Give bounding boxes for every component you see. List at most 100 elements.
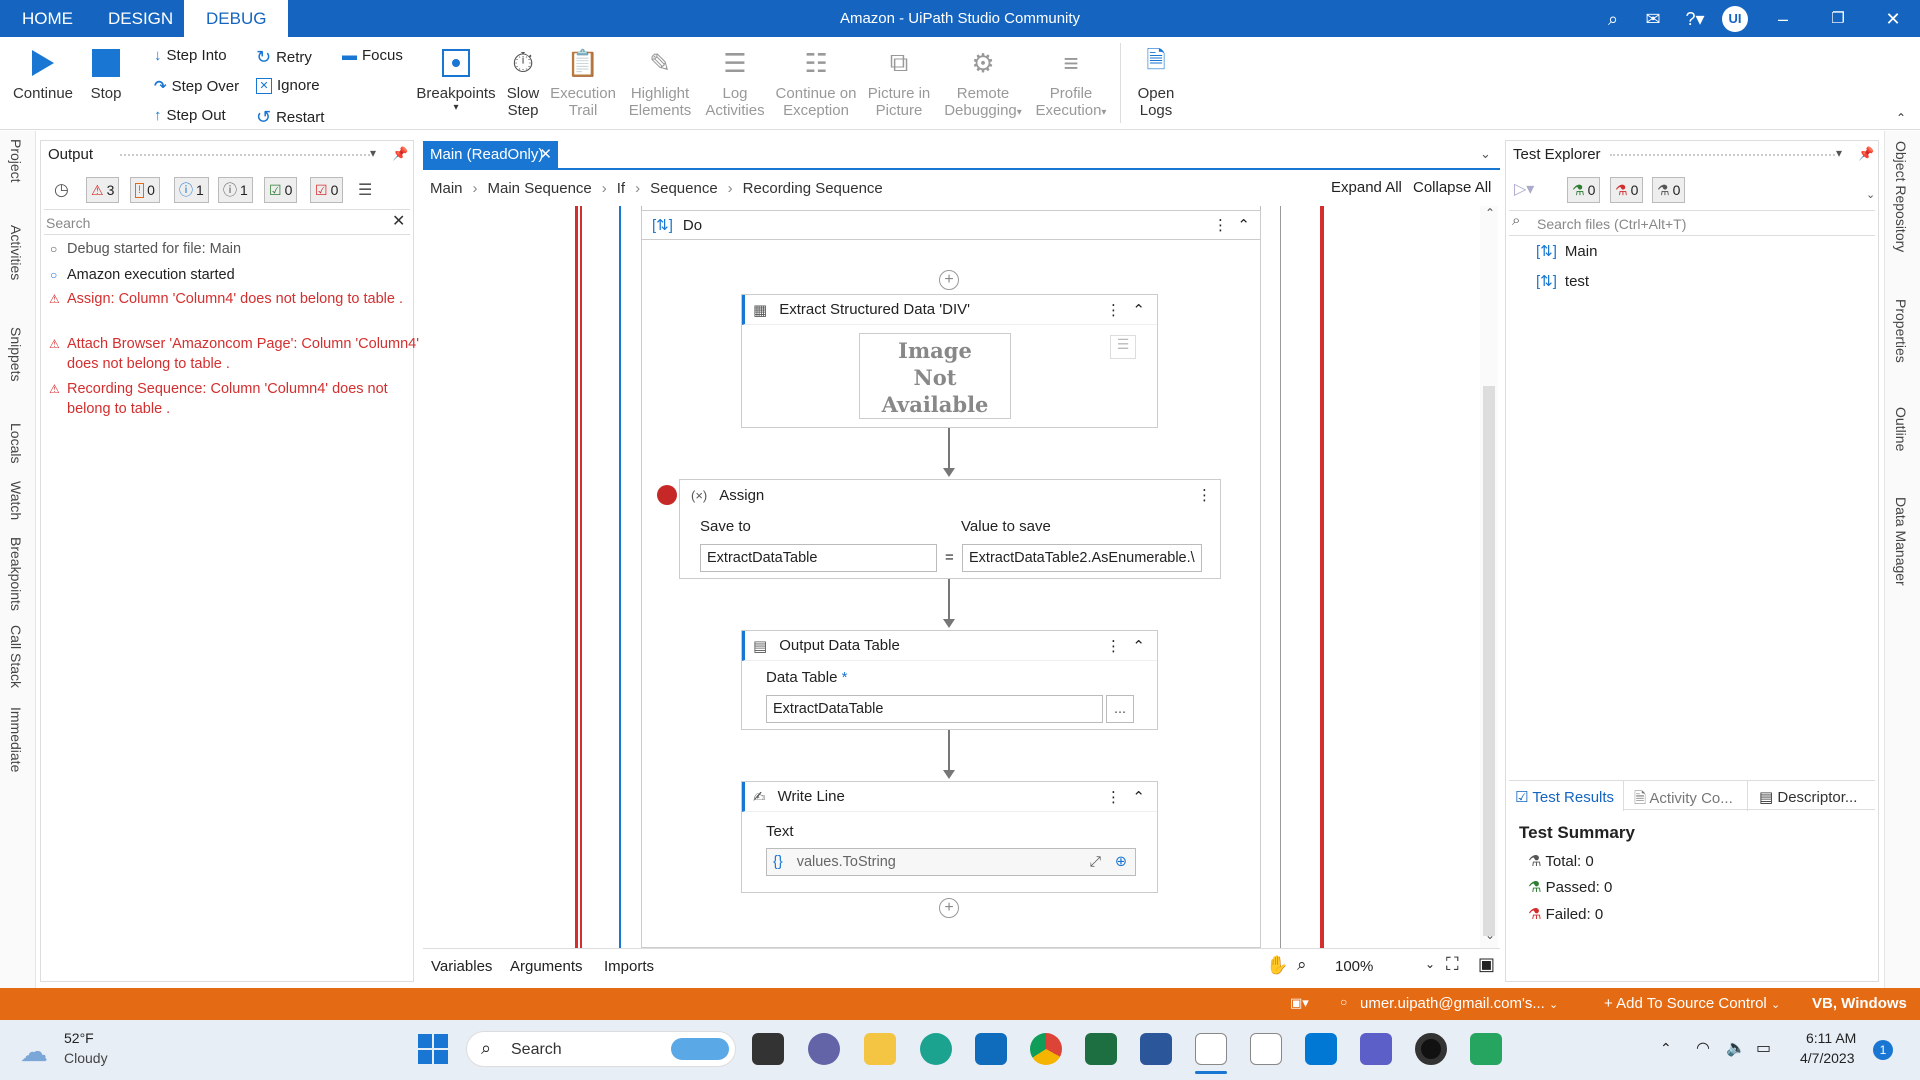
arguments-tab[interactable]: Arguments — [510, 958, 583, 975]
test-search-input[interactable]: Search files (Ctrl+Alt+T) — [1509, 210, 1875, 236]
open-logs-button[interactable]: 🗎 Open Logs — [1128, 41, 1184, 120]
pin-icon[interactable]: 📌 — [392, 146, 408, 162]
notepad-icon[interactable] — [1250, 1033, 1282, 1065]
passed-filter[interactable]: ⚗ 0 — [1567, 177, 1601, 203]
log-line[interactable]: Assign: Column 'Column4' does not belong… — [67, 289, 427, 309]
document-icon[interactable] — [1195, 1033, 1227, 1065]
start-button[interactable] — [418, 1034, 448, 1064]
volume-icon[interactable]: 🔈 — [1726, 1038, 1746, 1058]
log-line[interactable]: Amazon execution started — [67, 265, 427, 285]
errors-filter[interactable]: ⚠ 3 — [86, 177, 120, 203]
clock-icon[interactable]: ◷ — [54, 180, 69, 200]
highlight-elements-button[interactable]: ✎ Highlight Elements — [624, 41, 696, 120]
file-item-main[interactable]: [⇅] Main — [1536, 242, 1597, 260]
rail-watch[interactable]: Watch — [8, 481, 24, 520]
collapse-icon[interactable]: ⌃ — [1132, 637, 1145, 655]
trace-filter[interactable]: ⓘ 1 — [218, 177, 253, 203]
collapse-icon[interactable]: ⌃ — [1132, 788, 1145, 806]
minimize-button[interactable]: – — [1770, 6, 1796, 32]
uipath-icon[interactable] — [1470, 1033, 1502, 1065]
success-filter[interactable]: ☑ 0 — [264, 177, 298, 203]
teams-icon[interactable] — [1360, 1033, 1392, 1065]
tab-test-results[interactable]: ☑ Test Results — [1509, 781, 1624, 811]
log-line[interactable]: Debug started for file: Main — [67, 239, 427, 259]
add-activity-icon[interactable]: + — [939, 898, 959, 918]
rail-locals[interactable]: Locals — [8, 423, 24, 463]
excel-icon[interactable] — [1085, 1033, 1117, 1065]
scroll-up-icon[interactable]: ⌃ — [1485, 206, 1495, 220]
tab-activity-coverage[interactable]: 🗎 Activity Co... — [1628, 781, 1748, 811]
feedback-icon[interactable]: ✉ — [1640, 6, 1666, 32]
chevron-down-icon[interactable]: ▾ — [370, 146, 376, 160]
write-line-activity[interactable]: ✍ Write Line ⋮ ⌃ Text {} values.ToString… — [741, 781, 1158, 893]
clock-time[interactable]: 6:11 AM — [1806, 1030, 1856, 1046]
close-button[interactable]: ✕ — [1880, 6, 1906, 32]
breakpoint-marker[interactable] — [657, 485, 677, 505]
remote-debugging-button[interactable]: ⚙ Remote Debugging▾ — [938, 41, 1028, 120]
zoom-icon[interactable]: ⌕ — [1297, 955, 1307, 975]
battery-icon[interactable]: ▭ — [1756, 1038, 1771, 1058]
restart-button[interactable]: ↺ Restart — [256, 107, 324, 128]
execution-trail-button[interactable]: 📋 Execution Trail — [548, 41, 618, 120]
do-header[interactable]: [⇅] Do ⋮ ⌃ — [641, 210, 1261, 240]
breadcrumb-main-sequence[interactable]: Main Sequence — [488, 180, 592, 197]
pin-icon[interactable]: 📌 — [1858, 146, 1874, 162]
more-options-icon[interactable]: ⋮ — [1213, 216, 1228, 234]
record-status-icon[interactable]: ▣▾ — [1290, 995, 1309, 1011]
collapse-all-link[interactable]: Collapse All — [1413, 179, 1491, 196]
recorder-icon[interactable] — [1415, 1033, 1447, 1065]
collapse-icon[interactable]: ⌃ — [1237, 216, 1250, 234]
warnings-filter[interactable]: ! 0 — [130, 177, 160, 203]
step-out-button[interactable]: ↑ Step Out — [154, 107, 226, 124]
more-options-icon[interactable]: ⋮ — [1197, 486, 1212, 504]
log-line[interactable]: Recording Sequence: Column 'Column4' doe… — [67, 379, 427, 419]
slow-step-button[interactable]: ⏱ Slow Step — [502, 41, 544, 120]
output-search-input[interactable]: Search — [44, 209, 410, 235]
profile-execution-button[interactable]: ≡ Profile Execution▾ — [1032, 41, 1110, 120]
search-icon[interactable]: ⌕ — [1600, 6, 1626, 32]
info-filter[interactable]: ⓘ 1 — [174, 177, 209, 203]
outlook-icon[interactable] — [975, 1033, 1007, 1065]
notrun-filter[interactable]: ⚗ 0 — [1652, 177, 1686, 203]
text-field[interactable]: {} values.ToString ⤢ ⊕ — [766, 848, 1136, 876]
notification-badge[interactable]: 1 — [1873, 1040, 1893, 1060]
breadcrumb-recording-sequence[interactable]: Recording Sequence — [743, 180, 883, 197]
ignore-button[interactable]: ✕ Ignore — [256, 77, 320, 94]
focus-button[interactable]: ▬ Focus — [342, 47, 403, 64]
breadcrumb-if[interactable]: If — [617, 180, 625, 197]
add-activity-icon[interactable]: + — [939, 270, 959, 290]
expand-all-link[interactable]: Expand All — [1331, 179, 1402, 196]
zoom-level[interactable]: 100% — [1335, 958, 1373, 975]
vertical-scrollbar[interactable] — [1483, 386, 1495, 936]
continue-on-exception-button[interactable]: ☷ Continue on Exception — [772, 41, 860, 120]
rail-activities[interactable]: Activities — [8, 225, 24, 280]
help-icon[interactable]: ?▾ — [1678, 6, 1712, 32]
step-over-button[interactable]: ↷ Step Over — [154, 77, 239, 96]
avatar[interactable]: UI — [1722, 6, 1748, 32]
picture-in-picture-button[interactable]: ⧉ Picture in Picture — [864, 41, 934, 119]
collapse-icon[interactable]: ⌃ — [1132, 301, 1145, 319]
store-icon[interactable] — [1305, 1033, 1337, 1065]
rail-project[interactable]: Project — [8, 139, 24, 183]
overview-icon[interactable]: ▣ — [1478, 954, 1495, 975]
rail-breakpoints[interactable]: Breakpoints — [8, 537, 24, 611]
expand-editor-icon[interactable]: ⤢ — [1089, 854, 1101, 870]
file-explorer-icon[interactable] — [864, 1033, 896, 1065]
menu-icon[interactable]: ☰ — [1110, 335, 1136, 359]
word-icon[interactable] — [1140, 1033, 1172, 1065]
log-line[interactable]: Attach Browser 'Amazoncom Page': Column … — [67, 334, 427, 374]
log-activities-button[interactable]: ☰ Log Activities — [700, 41, 770, 120]
browse-button[interactable]: ... — [1106, 695, 1134, 723]
account-menu[interactable]: umer.uipath@gmail.com's... ⌄ — [1360, 995, 1558, 1012]
tab-home[interactable]: HOME — [0, 0, 95, 37]
failed-filter[interactable]: ⚗ 0 — [1610, 177, 1644, 203]
stop-button[interactable]: Stop — [84, 41, 128, 102]
tab-main-readonly[interactable]: Main (ReadOnly) ✕ — [423, 141, 558, 168]
file-item-test[interactable]: [⇅] test — [1536, 272, 1589, 290]
failed-filter[interactable]: ☑ 0 — [310, 177, 344, 203]
collapse-ribbon-icon[interactable]: ⌃ — [1896, 111, 1906, 125]
chevron-down-icon[interactable]: ⌄ — [1425, 957, 1435, 971]
breadcrumb-sequence[interactable]: Sequence — [650, 180, 718, 197]
assign-activity[interactable]: (×) Assign ⋮ Save to Value to save Extra… — [679, 479, 1221, 579]
chevron-down-icon[interactable]: ⌄ — [1866, 188, 1875, 201]
